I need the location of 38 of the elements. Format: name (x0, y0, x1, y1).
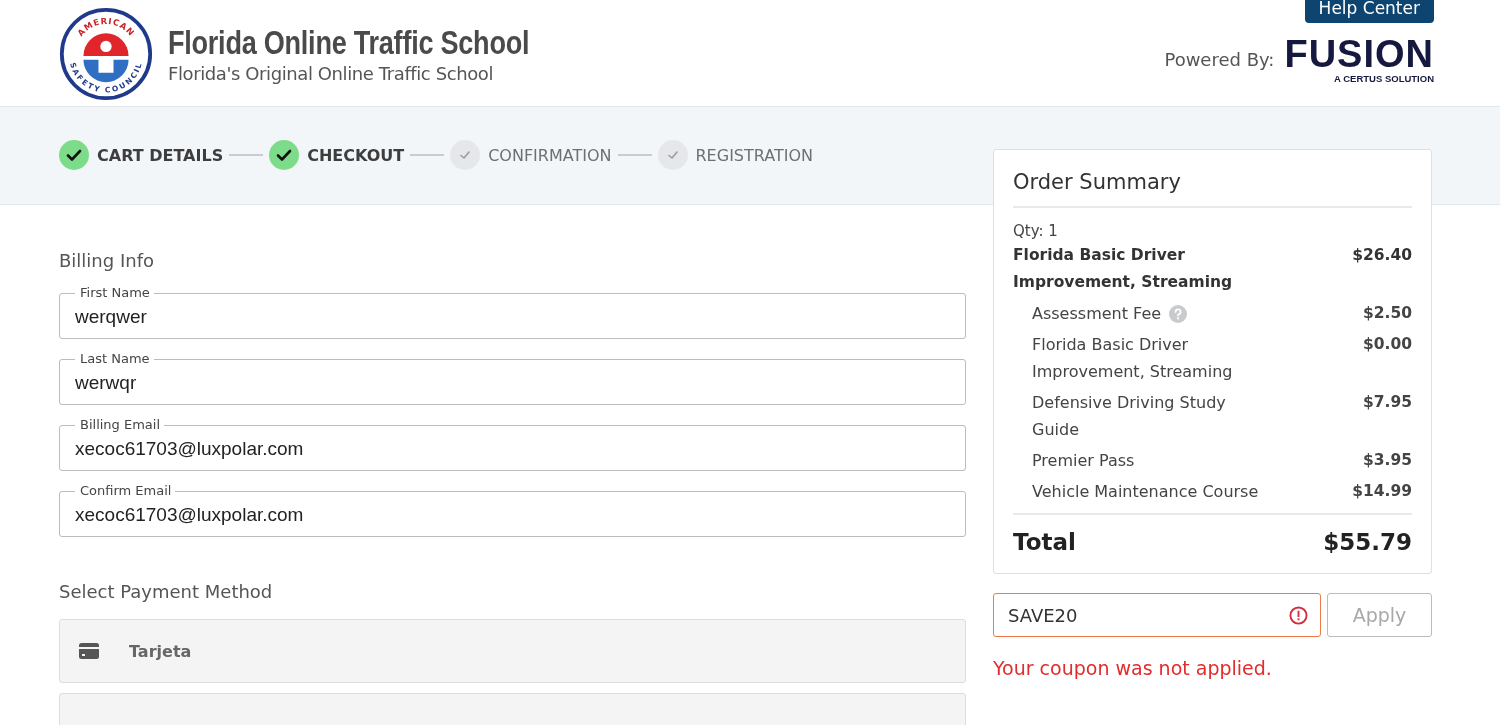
help-center-button[interactable]: Help Center (1304, 0, 1434, 23)
field-label: First Name (75, 285, 154, 300)
item-name: Defensive Driving Study Guide (1032, 392, 1227, 441)
item-price: $2.50 (1362, 303, 1412, 324)
coupon-field[interactable]: SAVE20 (993, 593, 1321, 637)
field-label: Confirm Email (75, 483, 176, 498)
payment-option[interactable] (59, 693, 966, 725)
step-label: CART DETAILS (97, 145, 224, 165)
total-label: Total (1013, 529, 1076, 555)
section-heading: Select Payment Method (59, 581, 274, 602)
credit-card-icon (79, 643, 99, 659)
field-label: Billing Email (75, 417, 165, 432)
item-name: Florida Basic Driver Improvement, Streaming (1032, 334, 1234, 383)
help-icon[interactable] (1169, 304, 1188, 323)
item-name: Florida Basic Driver Improvement, Streaming (1013, 246, 1233, 291)
powered-by-label: Powered By: (1164, 48, 1275, 70)
section-heading: Billing Info (59, 250, 155, 271)
item-name: Premier Pass (1032, 450, 1135, 472)
step-label: CONFIRMATION (488, 145, 612, 165)
site-title: Florida Online Traffic School (168, 24, 530, 61)
step-label: CHECKOUT (307, 145, 405, 165)
item-name: Vehicle Maintenance Course (1032, 481, 1259, 503)
partner-logo: FUSION A CERTUS SOLUTION (1284, 35, 1434, 84)
item-price: $14.99 (1352, 481, 1412, 502)
item-name: Assessment Fee (1032, 303, 1162, 325)
item-price: $7.95 (1362, 392, 1412, 413)
item-price: $3.95 (1362, 450, 1412, 471)
field-label: Last Name (75, 351, 154, 366)
payment-option[interactable]: Tarjeta (59, 619, 966, 683)
site-subtitle: Florida's Original Online Traffic School (168, 62, 495, 84)
item-price: $0.00 (1362, 334, 1412, 355)
total-value: $55.79 (1323, 529, 1412, 555)
step-label: REGISTRATION (695, 145, 813, 165)
item-price: $26.40 (1352, 245, 1412, 266)
error-icon (1289, 605, 1308, 625)
quantity-label: Qty: 1 (1013, 221, 1059, 242)
summary-title: Order Summary (1013, 170, 1412, 208)
error-message: Your coupon was not applied. (993, 657, 1273, 679)
